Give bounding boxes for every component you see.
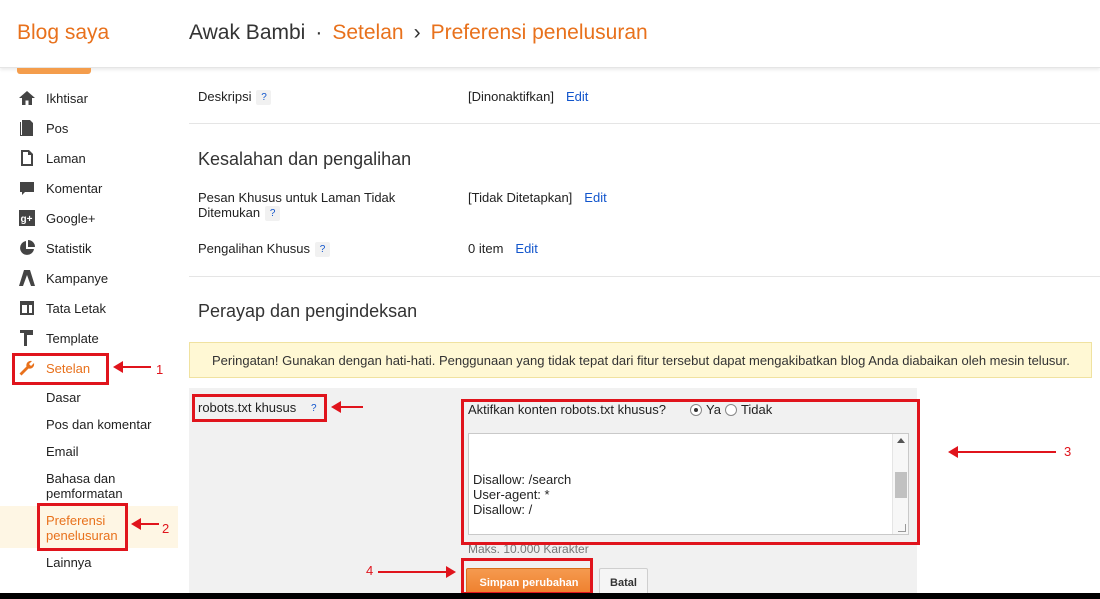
robots-content: Disallow: /search User-agent: * Disallow… [473,472,830,534]
sidebar-item-label: Template [46,330,99,346]
pengalihan-label-text: Pengalihan Khusus [198,241,311,256]
help-icon[interactable]: ? [315,242,331,258]
stats-icon [17,238,37,258]
annotation-number: 3 [1064,444,1072,459]
subnav-dasar[interactable]: Dasar [46,390,81,405]
deskripsi-value: [Dinonaktifkan] [468,89,554,104]
sidebar-item-template[interactable]: Template [17,326,99,350]
subnav-preferensi-penelusuran[interactable]: Preferensi penelusuran [46,513,118,543]
breadcrumb-separator: · [315,21,323,44]
divider [189,276,1100,277]
bottom-edge [0,593,1100,599]
edit-pesan-link[interactable]: Edit [584,190,606,205]
posts-icon [17,118,37,138]
template-icon [17,328,37,348]
sidebar-item-label: Setelan [46,360,91,376]
sidebar-item-setelan[interactable]: Setelan [17,356,90,380]
main-content: Deskripsi? [Dinonaktifkan] Edit Kesalahan… [189,68,1100,599]
radio-yes-label: Ya [706,402,721,417]
annotation-number: 1 [156,362,164,377]
wrench-icon [17,358,37,378]
sidebar-item-label: Google+ [46,210,96,226]
comment-icon [17,178,37,198]
sidebar-item-label: Laman [46,150,86,166]
sidebar-item-statistik[interactable]: Statistik [17,236,92,260]
annotation-number: 4 [366,563,374,578]
brand-link[interactable]: Blog saya [17,21,109,45]
help-icon[interactable]: ? [265,206,281,222]
robots-textarea[interactable]: Disallow: /search User-agent: * Disallow… [468,433,909,535]
sidebar-item-googleplus[interactable]: g+ Google+ [17,206,96,230]
annotation-arrow [331,401,363,413]
sidebar-item-kampanye[interactable]: Kampanye [17,266,108,290]
resize-handle-icon[interactable] [898,524,906,532]
radio-no-label: Tidak [740,402,773,417]
section-title-errors: Kesalahan dan pengalihan [198,149,412,169]
edit-pengalihan-link[interactable]: Edit [515,241,537,256]
section-title-crawl: Perayap dan pengindeksan [198,301,418,321]
textarea-scrollbar[interactable] [892,434,908,534]
svg-text:g+: g+ [21,214,33,225]
subnav-lainnya[interactable]: Lainnya [46,555,92,570]
sidebar-item-label: Kampanye [46,270,109,286]
create-post-tab[interactable] [17,68,91,74]
subnav-bahasa[interactable]: Bahasa dan pemformatan [46,471,123,501]
sidebar-item-ikhtisar[interactable]: Ikhtisar [17,86,88,110]
warning-banner: Peringatan! Gunakan dengan hati-hati. Pe… [189,342,1092,378]
sidebar-item-label: Tata Letak [46,300,106,316]
pesan-khusus-value: [Tidak Ditetapkan] [468,190,573,205]
annotation-arrow [113,361,151,373]
breadcrumb-settings[interactable]: Setelan [332,21,403,45]
pesan-khusus-value-row: [Tidak Ditetapkan] Edit [468,190,607,205]
top-header: Blog saya Awak Bambi · Setelan › Prefere… [0,0,1100,68]
annotation-arrow [131,518,159,530]
enable-robots-question: Aktifkan konten robots.txt khusus? Ya Ti… [468,402,772,417]
home-icon [17,88,37,108]
deskripsi-value-row: [Dinonaktifkan] Edit [468,89,588,104]
sidebar-item-label: Statistik [46,240,92,256]
sidebar-item-label: Pos [46,120,69,136]
google-plus-icon: g+ [17,208,37,228]
help-icon[interactable]: ? [306,401,322,417]
pages-icon [17,148,37,168]
campaign-icon [17,268,37,288]
radio-yes[interactable] [690,403,702,416]
sidebar-item-tataletak[interactable]: Tata Letak [17,296,106,320]
deskripsi-label-text: Deskripsi [198,89,252,104]
pengalihan-value-row: 0 item Edit [468,241,538,256]
max-chars-hint: Maks. 10.000 Karakter [468,542,589,556]
question-text: Aktifkan konten robots.txt khusus? [468,402,666,417]
help-icon[interactable]: ? [256,90,272,106]
subnav-pos-komentar[interactable]: Pos dan komentar [46,417,152,432]
annotation-number: 2 [162,521,170,536]
sidebar-item-pos[interactable]: Pos [17,116,68,140]
sidebar-item-label: Komentar [46,180,103,196]
pesan-khusus-label-text: Pesan Khusus untuk Laman Tidak Ditemukan [198,190,396,220]
edit-deskripsi-link[interactable]: Edit [566,89,588,104]
subnav-email[interactable]: Email [46,444,79,459]
sidebar-item-label: Ikhtisar [46,90,88,106]
deskripsi-label: Deskripsi? [198,89,272,106]
pengalihan-label: Pengalihan Khusus? [198,241,331,258]
robots-label: robots.txt khusus? [198,400,322,417]
scroll-thumb[interactable] [895,472,907,498]
layout-icon [17,298,37,318]
robots-label-text: robots.txt khusus [198,400,297,415]
pengalihan-value: 0 item [468,241,504,256]
sidebar-item-komentar[interactable]: Komentar [17,176,102,200]
annotation-arrow [378,566,456,578]
scroll-up-icon[interactable] [897,438,905,443]
divider [189,123,1100,124]
radio-no[interactable] [724,403,737,416]
sidebar-item-laman[interactable]: Laman [17,146,86,170]
annotation-arrow [948,446,1056,458]
pesan-khusus-label: Pesan Khusus untuk Laman Tidak Ditemukan… [198,190,428,222]
breadcrumb: Awak Bambi · Setelan › Preferensi penelu… [189,21,648,45]
breadcrumb-current: Preferensi penelusuran [430,21,648,44]
breadcrumb-separator: › [413,21,421,44]
blog-name[interactable]: Awak Bambi [189,21,305,45]
